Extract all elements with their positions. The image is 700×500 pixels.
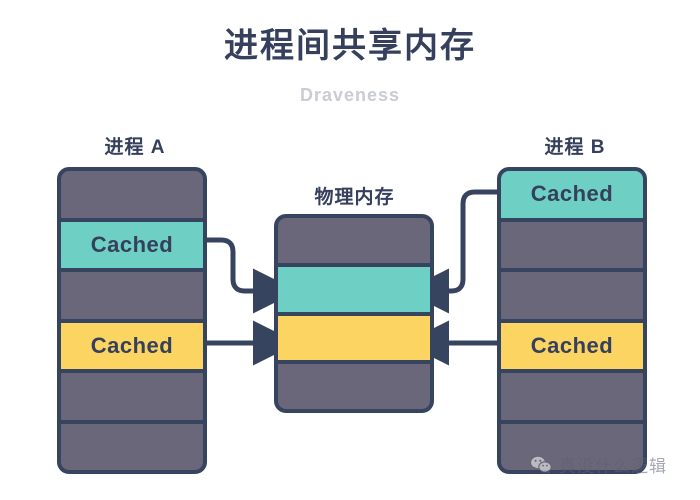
physical-memory-label: 物理内存 bbox=[314, 187, 395, 208]
process-b-slot-4 bbox=[501, 373, 643, 424]
process-a-slot-4 bbox=[61, 373, 203, 424]
diagram-canvas: 进程间共享内存 Draveness 进程 A Cached Cached 物理内… bbox=[0, 0, 700, 500]
process-a-stack: Cached Cached bbox=[57, 167, 207, 474]
process-b-slot-3: Cached bbox=[501, 322, 643, 373]
connector-a-teal-to-memory bbox=[207, 237, 298, 314]
watermark: 真没什么逻辑 bbox=[530, 452, 667, 477]
process-b-stack: Cached Cached bbox=[497, 167, 647, 474]
physical-memory-slot-0 bbox=[278, 218, 430, 267]
process-b-slot-2 bbox=[501, 272, 643, 323]
physical-memory-slot-1 bbox=[278, 266, 430, 316]
page-title: 进程间共享内存 bbox=[224, 27, 476, 65]
process-a-label: 进程 A bbox=[104, 137, 166, 158]
process-a-slot-1: Cached bbox=[61, 221, 203, 272]
wechat-icon bbox=[530, 455, 552, 474]
process-a-slot-1-label: Cached bbox=[90, 231, 174, 257]
process-b-slot-3-label: Cached bbox=[530, 332, 614, 358]
process-b-slot-0-label: Cached bbox=[530, 181, 614, 207]
process-b-label: 进程 B bbox=[544, 137, 606, 158]
process-a-slot-5 bbox=[61, 423, 203, 470]
process-b-slot-1 bbox=[501, 221, 643, 272]
process-b-slot-0: Cached bbox=[501, 171, 643, 222]
page-subtitle: Draveness bbox=[299, 85, 401, 105]
watermark-text: 真没什么逻辑 bbox=[559, 457, 667, 476]
physical-memory-slot-3 bbox=[278, 364, 430, 409]
process-a-slot-2 bbox=[61, 272, 203, 323]
process-a-slot-3-label: Cached bbox=[90, 332, 174, 358]
process-a-slot-0 bbox=[61, 171, 203, 222]
physical-memory-slot-2 bbox=[278, 315, 430, 365]
physical-memory-stack bbox=[274, 214, 434, 413]
connector-b-teal-to-memory bbox=[404, 189, 497, 314]
process-a-slot-3: Cached bbox=[61, 322, 203, 373]
